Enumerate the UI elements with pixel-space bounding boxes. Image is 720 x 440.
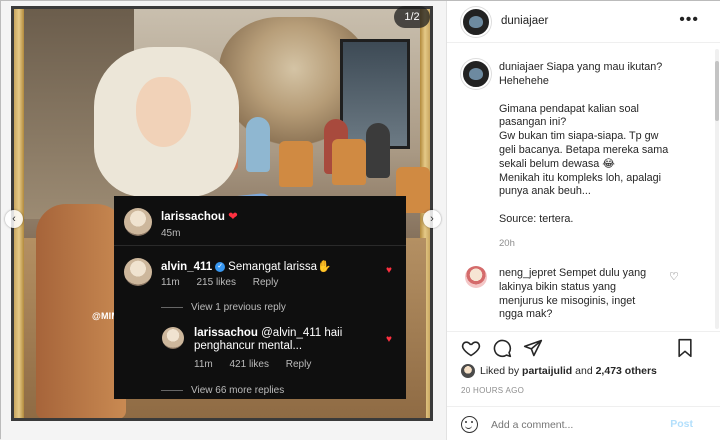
comment-username[interactable]: neng_jepret [499, 267, 556, 279]
overlay-reply-likes: 421 likes [229, 359, 269, 370]
likes-summary: Liked by partaijulid and 2,473 others [461, 364, 657, 378]
overlay-reply-text: @alvin_411 haii [261, 327, 343, 339]
caption-first-text: Siapa yang mau ikutan? [546, 61, 663, 73]
comment-like-heart-icon[interactable]: ♡ [669, 270, 679, 283]
slide-counter: 1/2 [394, 6, 430, 28]
post-age: 20 HOURS AGO [461, 386, 525, 395]
overlay-comment-likes: 215 likes [196, 277, 236, 288]
next-slide-chevron-icon[interactable]: › [423, 210, 441, 228]
comment-item: neng_jepret Sempet dulu yang lakinya bik… [499, 267, 691, 322]
overlay-reply-text-2: penghancur mental... [194, 340, 303, 352]
commenter-avatar[interactable] [465, 266, 487, 288]
comment-bubble-icon[interactable] [492, 338, 512, 358]
overlay-post-author-name: larissachou [161, 211, 225, 223]
share-paper-plane-icon[interactable] [523, 338, 543, 358]
caption-scrollbar[interactable] [715, 49, 719, 329]
reply-thread-line [161, 390, 183, 391]
photo-person [94, 47, 277, 262]
photo-chair [332, 139, 366, 185]
photo-frame: @MIMI.JULID larissachou ❤ 45m alvin_411✓… [11, 6, 433, 421]
photo-chair [279, 141, 313, 187]
post-header: duniajaer ••• [447, 1, 720, 43]
overlay-commenter-name: alvin_411 [161, 261, 213, 273]
liked-and: and [575, 364, 593, 377]
overlay-view-previous: View 1 previous reply [191, 302, 286, 313]
overlay-comment-row: alvin_411 ✓ Semangat larissa✋ [161, 259, 331, 273]
caption-username[interactable]: duniajaer [499, 61, 543, 73]
post-side-panel: duniajaer ••• duniajaer Siapa yang mau i… [446, 1, 720, 440]
caption-body: Hehehehe Gimana pendapat kalian soal pas… [499, 75, 669, 225]
post-media: @MIMI.JULID larissachou ❤ 45m alvin_411✓… [1, 1, 446, 440]
overlay-reply-avatar [162, 327, 184, 349]
comment-input[interactable] [491, 416, 661, 434]
reply-thread-line [161, 307, 183, 308]
overlay-view-more: View 66 more replies [191, 385, 285, 396]
heart-emoji-icon: ❤ [228, 211, 238, 223]
embedded-comment-screenshot: larissachou ❤ 45m alvin_411 ✓ Semangat lar… [114, 196, 406, 399]
overlay-post-author: larissachou ❤ [161, 209, 238, 223]
save-bookmark-icon[interactable] [675, 338, 695, 358]
author-avatar[interactable] [461, 7, 491, 37]
liked-others-count[interactable]: 2,473 others [596, 365, 657, 377]
overlay-post-time: 45m [161, 228, 181, 239]
more-dots-icon[interactable]: ••• [679, 11, 699, 29]
action-bar [447, 331, 720, 363]
overlay-reply-time: 11m [194, 359, 213, 370]
scrollbar-thumb[interactable] [715, 61, 719, 121]
overlay-reply-label: Reply [252, 277, 279, 288]
liked-user[interactable]: partaijulid [522, 365, 572, 377]
like-heart-icon[interactable] [461, 338, 481, 358]
liker-avatar[interactable] [461, 364, 475, 378]
post-photo[interactable]: @MIMI.JULID larissachou ❤ 45m alvin_411✓… [14, 9, 430, 418]
caption-first-line: duniajaer Siapa yang mau ikutan? [499, 61, 709, 75]
author-username[interactable]: duniajaer [501, 15, 548, 27]
post-comment-button[interactable]: Post [670, 418, 693, 430]
emoji-smiley-icon[interactable] [461, 416, 478, 433]
overlay-reply-meta: 11m 421 likes Reply [194, 359, 311, 370]
overlay-author-avatar [124, 208, 152, 236]
overlay-reply-author: larissachou [194, 327, 258, 339]
overlay-divider [114, 245, 406, 246]
caption-scroll-area[interactable]: duniajaer Siapa yang mau ikutan? Heheheh… [447, 43, 717, 330]
photo-face [136, 77, 191, 147]
heart-icon: ♥ [386, 265, 392, 276]
liked-prefix: Liked by [480, 364, 520, 377]
add-comment-bar: Post [447, 406, 720, 440]
caption-author-avatar[interactable] [461, 59, 491, 89]
overlay-reply-row: larissachou @alvin_411 haii penghancur m… [194, 327, 394, 353]
overlay-comment-meta: 11m 215 likes Reply [161, 277, 278, 288]
prev-slide-chevron-icon[interactable]: ‹ [5, 210, 23, 228]
heart-icon: ♥ [386, 334, 392, 345]
overlay-comment-time: 11m [161, 277, 180, 288]
overlay-commenter-avatar [124, 258, 152, 286]
caption-time: 20h [499, 238, 515, 249]
overlay-comment-text: Semangat larissa✋ [228, 261, 332, 273]
overlay-reply-reply-label: Reply [285, 359, 312, 370]
instagram-post-window: @MIMI.JULID larissachou ❤ 45m alvin_411✓… [0, 0, 720, 440]
verified-badge-icon: ✓ [215, 261, 226, 272]
